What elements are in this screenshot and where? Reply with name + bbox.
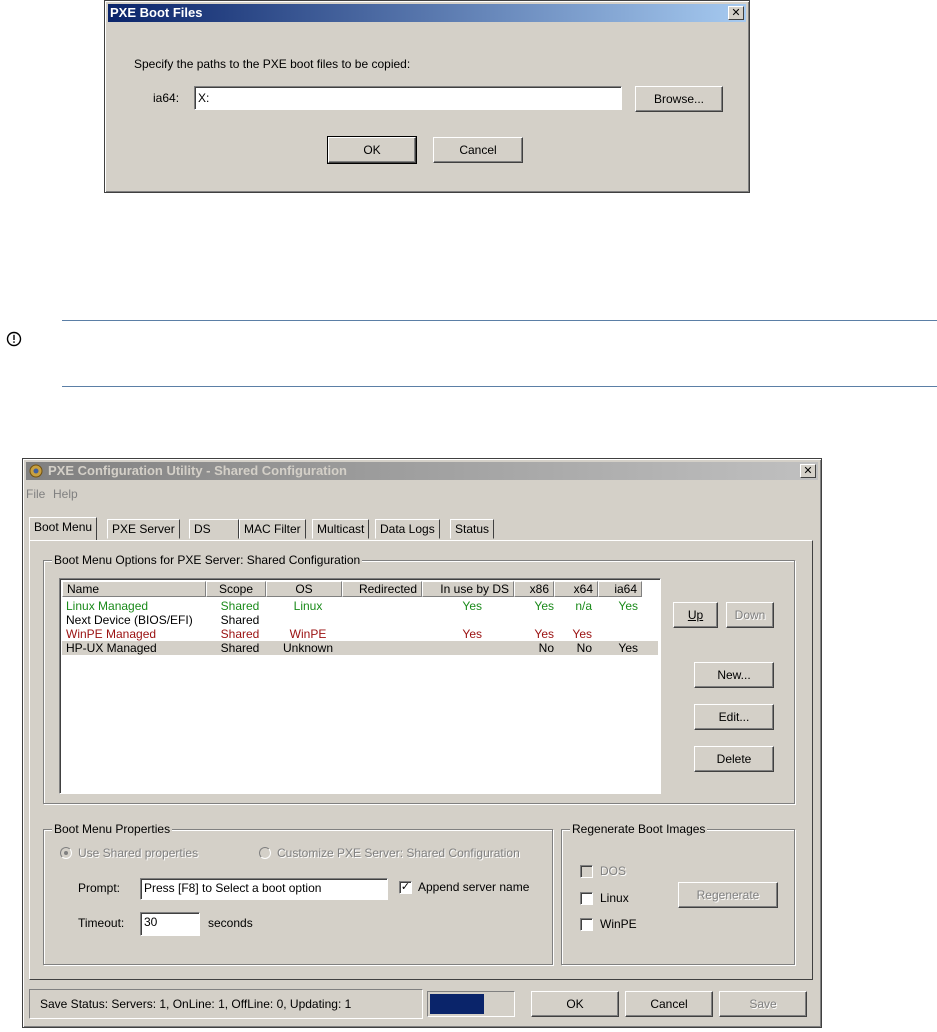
cell-ia64: Yes bbox=[618, 599, 638, 613]
save-button[interactable]: Save bbox=[719, 991, 807, 1017]
regenerate-boot-images-group: Regenerate Boot Images DOS Linux WinPE R… bbox=[561, 822, 795, 965]
linux-checkbox[interactable] bbox=[580, 892, 593, 905]
tab-pxe-server[interactable]: PXE Server bbox=[107, 519, 180, 539]
progress-bar bbox=[427, 991, 515, 1017]
app-gear-icon bbox=[29, 464, 43, 478]
cell-os: WinPE bbox=[289, 627, 327, 641]
pxe-config-utility-window: PXE Configuration Utility - Shared Confi… bbox=[22, 458, 822, 1028]
cell-scope: Shared bbox=[220, 641, 260, 655]
close-icon[interactable]: ✕ bbox=[728, 6, 744, 20]
cell-name: Linux Managed bbox=[66, 599, 149, 613]
timeout-input[interactable]: 30 bbox=[140, 912, 200, 936]
menu-file[interactable]: File bbox=[26, 487, 45, 501]
cell-in-use: Yes bbox=[462, 599, 482, 613]
dialog-titlebar: PXE Boot Files ✕ bbox=[108, 4, 746, 22]
cell-name: HP-UX Managed bbox=[66, 641, 157, 655]
col-x86[interactable]: x86 bbox=[514, 581, 554, 597]
progress-fill bbox=[430, 994, 484, 1014]
cell-x86: No bbox=[538, 641, 554, 655]
regenerate-boot-images-label: Regenerate Boot Images bbox=[570, 822, 708, 836]
tab-ds[interactable]: DS bbox=[189, 519, 239, 539]
menu-help[interactable]: Help bbox=[53, 487, 78, 501]
col-x64[interactable]: x64 bbox=[554, 581, 598, 597]
cell-x86: Yes bbox=[534, 599, 554, 613]
note-icon bbox=[6, 331, 22, 347]
customize-radio[interactable] bbox=[259, 847, 271, 859]
table-row[interactable]: WinPE Managed Shared WinPE Yes Yes Yes bbox=[62, 627, 658, 641]
table-row[interactable]: HP-UX Managed Shared Unknown No No Yes bbox=[62, 641, 658, 655]
tab-data-logs[interactable]: Data Logs bbox=[375, 519, 440, 539]
cell-name: WinPE Managed bbox=[66, 627, 157, 641]
dos-checkbox[interactable] bbox=[580, 865, 593, 878]
tab-strip: Boot Menu PXE Server DS MAC Filter Multi… bbox=[29, 517, 809, 541]
cell-x86: Yes bbox=[534, 627, 554, 641]
cell-ia64: Yes bbox=[618, 641, 638, 655]
down-button[interactable]: Down bbox=[726, 602, 774, 628]
cancel-button[interactable]: Cancel bbox=[625, 991, 713, 1017]
close-icon[interactable]: ✕ bbox=[800, 464, 816, 478]
append-server-name-label: Append server name bbox=[418, 880, 530, 894]
cell-x64: No bbox=[576, 641, 592, 655]
col-os[interactable]: OS bbox=[266, 581, 342, 597]
pxe-boot-files-dialog: PXE Boot Files ✕ Specify the paths to th… bbox=[104, 0, 750, 193]
col-redirected[interactable]: Redirected bbox=[342, 581, 422, 597]
winpe-label: WinPE bbox=[600, 917, 637, 931]
boot-menu-properties-group: Boot Menu Properties Use Shared properti… bbox=[43, 822, 553, 965]
col-name[interactable]: Name bbox=[62, 581, 206, 597]
tab-multicast[interactable]: Multicast bbox=[312, 519, 370, 539]
cell-scope: Shared bbox=[220, 627, 260, 641]
table-row[interactable]: Next Device (BIOS/EFI) Shared bbox=[62, 613, 658, 627]
browse-button[interactable]: Browse... bbox=[635, 86, 723, 112]
winpe-checkbox[interactable] bbox=[580, 918, 593, 931]
ia64-label: ia64: bbox=[153, 91, 180, 105]
boot-menu-options-group: Boot Menu Options for PXE Server: Shared… bbox=[43, 553, 795, 804]
prompt-input[interactable]: Press [F8] to Select a boot option bbox=[140, 878, 388, 900]
append-server-name-checkbox[interactable]: ✓ bbox=[399, 881, 412, 894]
col-scope[interactable]: Scope bbox=[206, 581, 266, 597]
cell-scope: Shared bbox=[220, 599, 260, 613]
tab-mac-filter[interactable]: MAC Filter bbox=[239, 519, 306, 539]
col-in-use-by-ds[interactable]: In use by DS bbox=[422, 581, 514, 597]
customize-label: Customize PXE Server: Shared Configurati… bbox=[277, 846, 520, 860]
status-bar-text: Save Status: Servers: 1, OnLine: 1, OffL… bbox=[29, 989, 423, 1019]
cell-x64: n/a bbox=[575, 599, 592, 613]
regenerate-button[interactable]: Regenerate bbox=[678, 882, 778, 908]
ia64-path-input[interactable]: X: bbox=[194, 86, 622, 110]
col-ia64[interactable]: ia64 bbox=[598, 581, 642, 597]
utility-titlebar: PXE Configuration Utility - Shared Confi… bbox=[26, 462, 818, 480]
tab-status[interactable]: Status bbox=[450, 519, 495, 539]
seconds-label: seconds bbox=[208, 916, 253, 930]
timeout-label: Timeout: bbox=[78, 916, 125, 930]
use-shared-radio[interactable] bbox=[60, 847, 72, 859]
delete-button[interactable]: Delete bbox=[694, 746, 774, 772]
cell-scope: Shared bbox=[220, 613, 260, 627]
table-row[interactable]: Linux Managed Shared Linux Yes Yes n/a Yes bbox=[62, 599, 658, 613]
ok-button[interactable]: OK bbox=[327, 136, 417, 164]
tab-boot-menu[interactable]: Boot Menu bbox=[29, 517, 98, 540]
note-rule-bottom bbox=[62, 386, 937, 387]
boot-menu-properties-label: Boot Menu Properties bbox=[52, 822, 173, 836]
dialog-title: PXE Boot Files bbox=[110, 5, 203, 20]
edit-button[interactable]: Edit... bbox=[694, 704, 774, 730]
note-rule-top bbox=[62, 320, 937, 321]
dos-label: DOS bbox=[600, 864, 627, 878]
utility-title: PXE Configuration Utility - Shared Confi… bbox=[48, 463, 347, 478]
cell-in-use: Yes bbox=[462, 627, 482, 641]
instruction-text: Specify the paths to the PXE boot files … bbox=[134, 57, 411, 71]
boot-menu-list[interactable]: Name Scope OS Redirected In use by DS x8… bbox=[59, 578, 661, 794]
use-shared-label: Use Shared properties bbox=[78, 846, 199, 860]
ok-button[interactable]: OK bbox=[531, 991, 619, 1017]
linux-label: Linux bbox=[600, 891, 629, 905]
new-button[interactable]: New... bbox=[694, 662, 774, 688]
cell-os: Unknown bbox=[282, 641, 334, 655]
up-button[interactable]: Up bbox=[673, 602, 718, 628]
prompt-label: Prompt: bbox=[78, 881, 121, 895]
cell-x64: Yes bbox=[572, 627, 592, 641]
cell-name: Next Device (BIOS/EFI) bbox=[66, 613, 193, 627]
info-circle-icon bbox=[6, 331, 22, 347]
cancel-button[interactable]: Cancel bbox=[433, 137, 523, 163]
boot-menu-options-label: Boot Menu Options for PXE Server: Shared… bbox=[52, 553, 363, 567]
cell-os: Linux bbox=[293, 599, 323, 613]
